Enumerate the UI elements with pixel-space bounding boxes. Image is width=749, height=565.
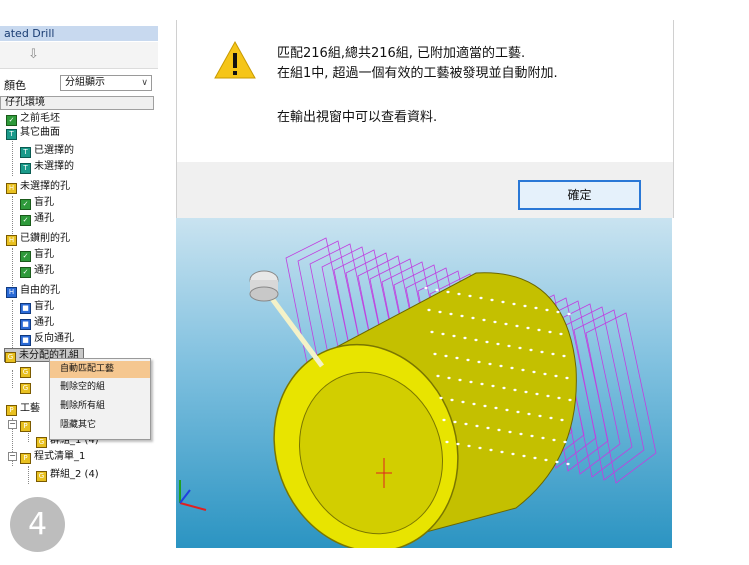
tree-connector bbox=[12, 248, 13, 286]
hole-folder-icon: H bbox=[6, 287, 17, 298]
tree-item-selected[interactable]: T 已選擇的 bbox=[20, 144, 74, 158]
tree-item-through-hole[interactable]: ✓ 通孔 bbox=[20, 212, 54, 226]
tree-connector bbox=[12, 136, 13, 176]
ok-button[interactable]: 確定 bbox=[518, 180, 641, 210]
dialog-message-line-2: 在組1中, 超過一個有效的工藝被發現並自動附加. bbox=[277, 66, 558, 81]
tree-item-blind-hole[interactable]: ✓ 盲孔 bbox=[20, 248, 54, 262]
collapse-icon[interactable]: − bbox=[8, 420, 17, 429]
blind-hole-icon: ✓ bbox=[20, 199, 31, 210]
tree-item-prior-stock[interactable]: ✓ 之前毛坯 bbox=[6, 112, 60, 126]
tree-item-process[interactable]: P 工藝 bbox=[6, 402, 40, 416]
surface-icon: T bbox=[20, 147, 31, 158]
dialog-footer: 確定 bbox=[177, 162, 673, 218]
surface-icon: T bbox=[20, 163, 31, 174]
group-icon: G bbox=[5, 352, 16, 363]
color-row: 顏色 分組顯示 ∨ bbox=[0, 74, 158, 94]
section-header: 仔孔環境 bbox=[0, 96, 154, 110]
color-label: 顏色 bbox=[4, 79, 26, 92]
stock-icon: ✓ bbox=[6, 115, 17, 126]
display-mode-value: 分組顯示 bbox=[65, 77, 105, 88]
process-icon: P bbox=[6, 405, 17, 416]
tree-item-through-hole[interactable]: ✓ 通孔 bbox=[20, 264, 54, 278]
dialog-message-line-1: 匹配216組,總共216組, 已附加適當的工藝. bbox=[277, 46, 526, 61]
tree-item-process-sub[interactable]: P bbox=[20, 418, 34, 432]
through-hole-icon: ✓ bbox=[20, 267, 31, 278]
program-icon: P bbox=[20, 453, 31, 464]
reverse-hole-icon: ■ bbox=[20, 335, 31, 346]
chevron-down-icon: ∨ bbox=[141, 78, 148, 88]
tree-item-free-holes[interactable]: H 自由的孔 bbox=[6, 284, 60, 298]
group-icon: G bbox=[20, 383, 31, 394]
hole-folder-icon: H bbox=[6, 235, 17, 246]
tree-item-group-placeholder[interactable]: G bbox=[20, 364, 34, 378]
blind-hole-icon: ✓ bbox=[20, 251, 31, 262]
step-badge: 4 bbox=[10, 497, 65, 552]
collapse-icon[interactable]: − bbox=[8, 452, 17, 461]
surface-icon: T bbox=[6, 129, 17, 140]
tree-item-unselected-holes[interactable]: H 未選擇的孔 bbox=[6, 180, 70, 194]
menu-item-delete-all-groups[interactable]: 刪除所有組 bbox=[50, 398, 150, 415]
tree-item-blind-hole[interactable]: ✓ 盲孔 bbox=[20, 196, 54, 210]
tree-connector bbox=[12, 196, 13, 234]
message-dialog: 匹配216組,總共216組, 已附加適當的工藝. 在組1中, 超過一個有效的工藝… bbox=[176, 20, 674, 218]
process-icon: P bbox=[20, 421, 31, 432]
3d-viewport[interactable] bbox=[176, 218, 672, 548]
tree-item-drilled-holes[interactable]: H 已鑽削的孔 bbox=[6, 232, 70, 246]
context-menu: 自動匹配工藝 刪除空的組 刪除所有組 隱藏其它 bbox=[49, 358, 151, 440]
axis-triad-icon bbox=[179, 480, 207, 511]
tree-item-reverse-through-hole[interactable]: ■ 反向通孔 bbox=[20, 332, 74, 346]
tree-item-blind-hole[interactable]: ■ 盲孔 bbox=[20, 300, 54, 314]
display-mode-select[interactable]: 分組顯示 ∨ bbox=[60, 75, 152, 91]
tree-item-group-2[interactable]: G 群組_2 (4) bbox=[36, 468, 99, 482]
tree-item-through-hole[interactable]: ■ 通孔 bbox=[20, 316, 54, 330]
drill-holder-bottom bbox=[249, 286, 279, 302]
panel-toolbar: ⇩ bbox=[0, 42, 158, 69]
group-icon: G bbox=[36, 471, 47, 482]
hole-folder-icon: H bbox=[6, 183, 17, 194]
through-hole-icon: ■ bbox=[20, 319, 31, 330]
blind-hole-icon: ■ bbox=[20, 303, 31, 314]
menu-item-hide-others[interactable]: 隱藏其它 bbox=[50, 417, 150, 434]
tree-item-program-list-1[interactable]: P 程式清單_1 bbox=[20, 450, 85, 464]
group-icon: G bbox=[36, 437, 47, 448]
panel-title: ated Drill bbox=[0, 26, 158, 41]
warning-icon bbox=[214, 40, 256, 79]
tree-connector bbox=[28, 466, 29, 484]
dialog-message-line-3: 在輸出視窗中可以查看資料. bbox=[277, 110, 438, 125]
arrow-down-icon[interactable]: ⇩ bbox=[28, 47, 39, 62]
tree-connector bbox=[12, 370, 13, 388]
tree-item-group-placeholder[interactable]: G bbox=[20, 380, 34, 394]
group-icon: G bbox=[20, 367, 31, 378]
menu-item-delete-empty-groups[interactable]: 刪除空的組 bbox=[50, 379, 150, 396]
tree-connector bbox=[12, 300, 13, 354]
tree-item-other-surfaces[interactable]: T 其它曲面 bbox=[6, 126, 60, 140]
menu-item-auto-match-process[interactable]: 自動匹配工藝 bbox=[50, 361, 150, 378]
through-hole-icon: ✓ bbox=[20, 215, 31, 226]
tree-item-unselected[interactable]: T 未選擇的 bbox=[20, 160, 74, 174]
drum-model-graphic bbox=[179, 237, 657, 548]
